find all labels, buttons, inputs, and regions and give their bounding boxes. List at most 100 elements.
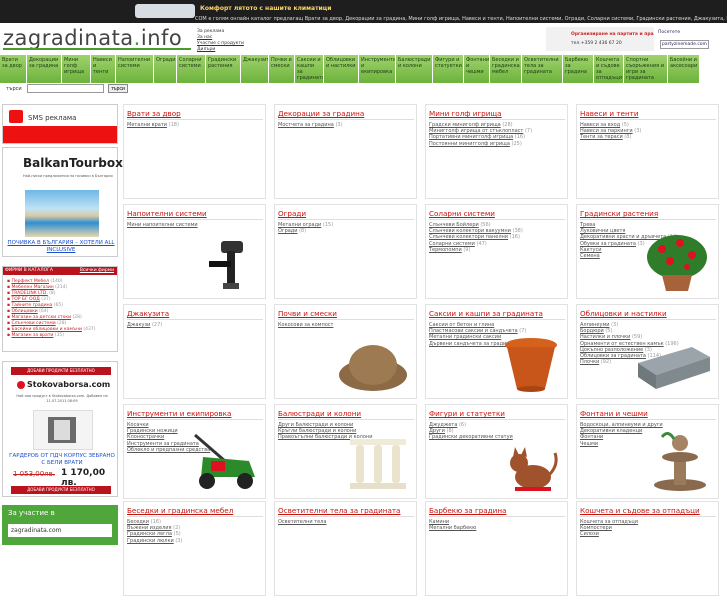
category-title[interactable]: Соларни системи — [429, 209, 495, 218]
search-label: търси — [6, 86, 22, 92]
nav-item[interactable]: Фигури и статуетки — [433, 55, 464, 83]
category-title[interactable]: Осветителни тела за градината — [278, 506, 400, 515]
flower-image[interactable] — [642, 231, 712, 295]
divider — [278, 119, 414, 120]
category-title[interactable]: Огради — [278, 209, 306, 218]
category-card: Врати за двор Метални врати (18) — [123, 104, 266, 199]
nav-item[interactable]: Осветителни тела за градината — [522, 55, 563, 83]
nav-item[interactable]: Врати за двор — [0, 55, 27, 83]
category-title[interactable]: Барбекю за градина — [429, 506, 506, 515]
promo-text[interactable]: Комфорт лятото с нашите климатици — [200, 5, 331, 12]
search-button[interactable]: търси — [108, 84, 128, 93]
category-title[interactable]: Балюстради и колони — [278, 409, 361, 418]
category-title[interactable]: Декорации за градина — [278, 109, 364, 118]
mower-image[interactable] — [185, 431, 259, 495]
subcategory-link[interactable]: Осветителни тела — [278, 519, 326, 525]
product-title[interactable]: ГАРДЕРОБ ОТ ПДЧ КОРПУС ЗЕБРАНО С БЕЛИ ВР… — [7, 453, 117, 467]
main-nav: Врати за двор Декорации за градина Мини го… — [0, 55, 727, 83]
subcategory-link[interactable]: Кокосови за компост — [278, 322, 333, 328]
category-title[interactable]: Фонтани и чешми — [580, 409, 648, 418]
category-title[interactable]: Мини голф игрища — [429, 109, 502, 118]
subcategory-link[interactable]: Мостчета за градина (3) — [278, 122, 343, 128]
nav-item[interactable]: Декорации за градина — [27, 55, 62, 83]
nav-item[interactable]: Огради — [154, 55, 177, 83]
sms-ad[interactable]: SMS реклама — [2, 104, 118, 144]
subcategory-link[interactable]: Силози — [580, 531, 638, 537]
balustrade-image[interactable] — [346, 431, 410, 495]
nav-item[interactable]: Саксии и кашпи за градината — [295, 55, 324, 83]
category-title[interactable]: Врати за двор — [127, 109, 181, 118]
balkan-ad[interactable]: BalkanTourbox Най-ниски предложения на п… — [2, 147, 123, 257]
sprinkler-image[interactable] — [199, 235, 259, 295]
subcategory-link[interactable]: Градински люлки (3) — [127, 538, 182, 544]
subcategory-link[interactable]: Метални врати (18) — [127, 122, 179, 128]
site-logo[interactable]: zagradinata.info — [3, 26, 182, 50]
category-title[interactable]: Саксии и кашпи за градината — [429, 309, 543, 318]
subcategory-link[interactable]: Джакузи (27) — [127, 322, 162, 328]
pot-image[interactable] — [501, 335, 561, 395]
category-title[interactable]: Навеси и тенти — [580, 109, 639, 118]
subcategory-link[interactable]: Постоянни минигголф игрища (25) — [429, 141, 532, 147]
subcategory-link[interactable]: Огради (8) — [278, 228, 333, 234]
category-card: Джакузита Джакузи (27) — [123, 304, 266, 399]
promo-image[interactable] — [135, 4, 195, 18]
category-title[interactable]: Беседки и градинска мебел — [127, 506, 233, 515]
category-title[interactable]: Облицовки и настилки — [580, 309, 667, 318]
tile-image[interactable] — [634, 341, 712, 395]
search-input[interactable] — [27, 84, 104, 93]
category-title[interactable]: Джакузита — [127, 309, 169, 318]
nav-item[interactable]: Балюстради и колони — [396, 55, 433, 83]
nav-item[interactable]: Фонтани и чешми — [464, 55, 490, 83]
subcategory-link[interactable]: Метални барбекю — [429, 525, 476, 531]
category-card: Декорации за градина Мостчета за градина … — [274, 104, 417, 199]
category-title[interactable]: Градински растения — [580, 209, 658, 218]
soil-image[interactable] — [336, 333, 410, 395]
stokovaborsa-icon — [17, 380, 25, 389]
nav-item[interactable]: Басейни и аксесоари — [668, 55, 700, 83]
subcategory-link[interactable]: Мини напоителни системи — [127, 222, 198, 228]
category-title[interactable]: Почви и смески — [278, 309, 337, 318]
stokovaborsa-logo[interactable]: Stokovaborsa.com — [17, 380, 110, 389]
nav-item[interactable]: Беседки и градинска мебел — [490, 55, 522, 83]
ad-banner[interactable]: Организиране на партита и празненства те… — [546, 27, 723, 51]
subcategory-list: Джуджета (6) Други (8) Градински декоратив… — [429, 422, 513, 441]
nav-item[interactable]: Инструменти и екипировка — [359, 55, 396, 83]
nav-item[interactable]: Джакузита — [241, 55, 269, 83]
nav-item[interactable]: Навеси и тенти — [91, 55, 116, 83]
subcategory-list: Джакузи (27) — [127, 322, 162, 328]
subcategory-list: Беседки (16) Въжени изделия (2) Градински … — [127, 519, 182, 544]
nav-item[interactable]: Напоителни системи — [116, 55, 154, 83]
add-products-button-2[interactable]: ДОБАВИ ПРОДУКТИ БЕЗПЛАТНО — [11, 486, 111, 494]
category-title[interactable]: Кошчета и съдове за отпадъци — [580, 506, 700, 515]
subcategory-link[interactable]: Тенти за тераси (8) — [580, 134, 641, 140]
nav-item[interactable]: Мини голф игрища — [62, 55, 91, 83]
category-card: Градински растения Трева Луковични цветя … — [576, 204, 719, 299]
category-title[interactable]: Фигури и статуетки — [429, 409, 505, 418]
nav-item[interactable]: Соларни системи — [177, 55, 206, 83]
banner-visit: Посетете — [658, 30, 681, 35]
subcategory-link[interactable]: Термопомпи (9) — [429, 247, 523, 253]
cat-image[interactable] — [505, 445, 561, 495]
balkan-link[interactable]: ПОЧИВКА В БЪЛГАРИЯ – ХОТЕЛИ ALL INCLUSIV… — [7, 240, 115, 254]
divider — [278, 219, 414, 220]
subcategory-link[interactable]: Градински декоративни статуи — [429, 434, 513, 440]
nav-item[interactable]: Спортни съоръжения и игри за градината — [624, 55, 668, 83]
nav-item[interactable]: Кошчета и съдове за отпадъци — [594, 55, 624, 83]
fountain-image[interactable] — [648, 429, 712, 495]
firm-item[interactable]: ▪ Магазин за врати (35) — [7, 333, 95, 339]
hotel-image[interactable] — [25, 190, 99, 237]
category-title[interactable]: Инструменти и екипировка — [127, 409, 231, 418]
stokovaborsa-ad[interactable]: ДОБАВИ ПРОДУКТИ БЕЗПЛАТНО Stokovaborsa.c… — [2, 361, 118, 497]
link-dealers[interactable]: Дилъри — [197, 47, 244, 53]
wardrobe-image[interactable] — [33, 410, 93, 450]
nav-item[interactable]: Облицовки и настилки — [324, 55, 359, 83]
nav-item[interactable]: Почви и смески — [269, 55, 295, 83]
participate-site[interactable]: zagradinata.com — [8, 524, 112, 537]
logo-tld: info — [140, 26, 183, 50]
new-price: 1 170,00 лв. — [61, 468, 106, 488]
nav-item[interactable]: Градински растения — [206, 55, 241, 83]
nav-item[interactable]: Барбекю за градина — [563, 55, 594, 83]
category-title[interactable]: Напоителни системи — [127, 209, 207, 218]
all-firms-link[interactable]: Всички фирми — [80, 267, 114, 275]
add-products-button[interactable]: ДОБАВИ ПРОДУКТИ БЕЗПЛАТНО — [11, 367, 111, 375]
